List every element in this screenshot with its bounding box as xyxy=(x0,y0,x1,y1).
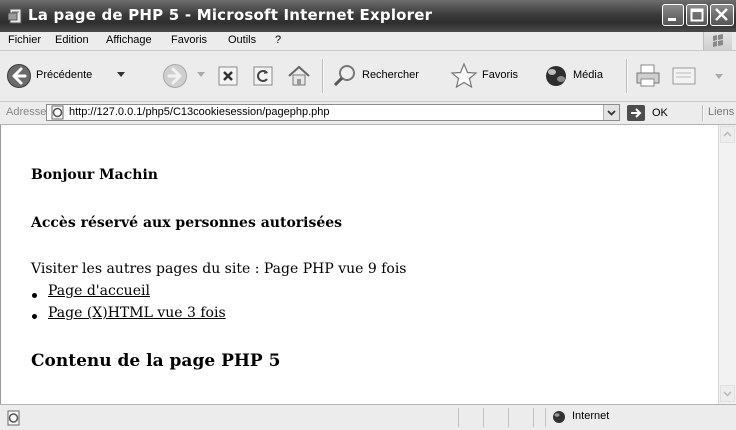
close-button[interactable] xyxy=(710,4,734,26)
page-icon xyxy=(51,105,64,120)
minimize-icon xyxy=(668,18,676,21)
ie-page-icon xyxy=(8,8,22,24)
bullet xyxy=(32,293,37,298)
status-cell xyxy=(458,408,483,427)
menu-help[interactable]: ? xyxy=(275,34,281,46)
chevron-down-icon xyxy=(723,391,732,397)
go-label: OK xyxy=(652,107,668,119)
menu-fichier[interactable]: Fichier xyxy=(8,34,41,46)
menu-affichage[interactable]: Affichage xyxy=(106,34,152,46)
search-label: Rechercher xyxy=(362,69,419,81)
bullet xyxy=(32,314,37,319)
search-button[interactable]: Rechercher xyxy=(330,59,440,93)
favorites-star-icon xyxy=(450,62,478,89)
status-bar: Internet xyxy=(0,404,736,430)
zone-label: Internet xyxy=(572,410,610,422)
forward-button[interactable] xyxy=(160,57,210,95)
forward-arrow-icon xyxy=(163,64,187,88)
address-input[interactable]: http://127.0.0.1/php5/C13cookiesession/p… xyxy=(46,104,620,121)
media-button[interactable]: Média xyxy=(540,59,620,93)
favorites-button[interactable]: Favoris xyxy=(448,59,533,93)
links-button[interactable]: Liens xyxy=(708,106,734,118)
windows-logo-icon xyxy=(703,32,732,50)
address-dropdown-button[interactable] xyxy=(603,105,619,120)
greeting-heading: Bonjour Machin xyxy=(31,167,158,183)
maximize-button[interactable] xyxy=(686,4,708,26)
menu-edition[interactable]: Edition xyxy=(55,34,89,46)
back-arrow-icon xyxy=(7,64,31,88)
menu-outils[interactable]: Outils xyxy=(228,34,256,46)
toolbar-separator xyxy=(626,59,628,93)
toolbar-separator xyxy=(702,105,704,121)
edit-dropdown-icon[interactable] xyxy=(715,74,723,80)
status-cell xyxy=(483,408,508,427)
edit-icon[interactable] xyxy=(670,64,698,88)
back-label: Précédente xyxy=(36,69,93,81)
scroll-down-button[interactable] xyxy=(720,385,735,402)
maximize-icon xyxy=(690,8,704,22)
page-content: Bonjour Machin Accès réservé aux personn… xyxy=(0,125,719,404)
go-arrow-icon xyxy=(627,105,645,121)
go-button[interactable]: OK xyxy=(627,104,673,122)
scroll-up-button[interactable] xyxy=(720,126,735,143)
close-icon xyxy=(715,8,728,21)
status-zone-cell: Internet xyxy=(545,408,725,427)
address-bar: Adresse http://127.0.0.1/php5/C13cookies… xyxy=(0,102,736,125)
search-icon xyxy=(333,65,355,87)
address-label: Adresse xyxy=(6,106,47,118)
forward-dropdown-icon[interactable] xyxy=(197,72,205,78)
menu-bar: Fichier Edition Affichage Favoris Outils… xyxy=(0,32,736,51)
visit-text: Visiter les autres pages du site : Page … xyxy=(31,261,407,277)
back-dropdown-icon[interactable] xyxy=(117,72,125,78)
page-heading: Contenu de la page PHP 5 xyxy=(31,351,281,371)
home-page-link[interactable]: Page d'accueil xyxy=(48,283,150,299)
toolbar: Précédente Rechercher Favoris Média xyxy=(0,51,736,102)
access-notice-heading: Accès réservé aux personnes autorisées xyxy=(31,215,343,231)
minimize-button[interactable] xyxy=(662,4,684,26)
toolbar-separator xyxy=(322,59,324,93)
chevron-up-icon xyxy=(723,131,732,137)
stop-icon[interactable] xyxy=(217,65,239,87)
xhtml-page-link[interactable]: Page (X)HTML vue 3 fois xyxy=(48,305,226,321)
home-icon[interactable] xyxy=(286,63,312,89)
back-button[interactable]: Précédente xyxy=(4,57,154,95)
refresh-icon[interactable] xyxy=(252,65,274,87)
status-cell xyxy=(533,408,545,427)
media-icon xyxy=(546,66,566,86)
internet-globe-icon xyxy=(553,411,565,423)
menu-favoris[interactable]: Favoris xyxy=(171,34,207,46)
print-icon[interactable] xyxy=(634,63,662,89)
media-label: Média xyxy=(573,69,603,81)
address-url: http://127.0.0.1/php5/C13cookiesession/p… xyxy=(69,106,330,118)
chevron-down-icon xyxy=(607,110,616,116)
status-cell xyxy=(508,408,533,427)
browser-window: La page de PHP 5 - Microsoft Internet Ex… xyxy=(0,0,736,430)
window-title: La page de PHP 5 - Microsoft Internet Ex… xyxy=(28,6,433,24)
page-status-icon xyxy=(7,410,20,426)
favorites-label: Favoris xyxy=(482,69,519,81)
title-bar[interactable]: La page de PHP 5 - Microsoft Internet Ex… xyxy=(0,0,736,32)
vertical-scrollbar[interactable] xyxy=(718,125,736,404)
